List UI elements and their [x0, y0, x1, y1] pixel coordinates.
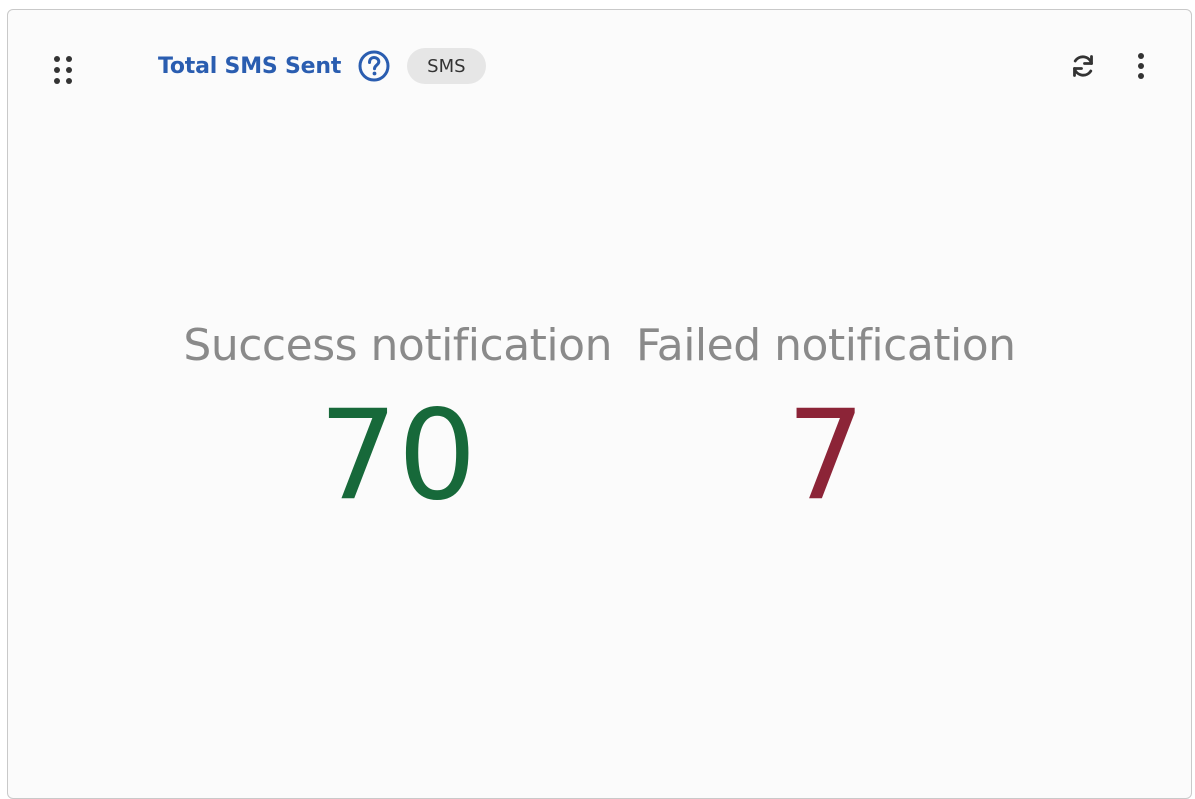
widget-title[interactable]: Total SMS Sent [158, 54, 341, 79]
drag-handle-icon[interactable] [48, 50, 78, 90]
failed-metric: Failed notification 7 [636, 310, 1016, 526]
failed-label: Failed notification [635, 320, 1016, 371]
widget-header: Total SMS Sent SMS [8, 10, 1191, 120]
type-badge: SMS [407, 48, 486, 84]
failed-value: 7 [786, 384, 866, 528]
refresh-icon[interactable] [1063, 46, 1103, 86]
metrics-row: Success notification 70 Failed notificat… [8, 310, 1191, 526]
more-vertical-icon[interactable] [1121, 46, 1161, 86]
success-value: 70 [318, 384, 477, 528]
widget-card: Total SMS Sent SMS Success notification … [7, 9, 1192, 799]
widget-actions [1063, 46, 1161, 86]
success-label: Success notification [183, 320, 612, 371]
widget-title-group: Total SMS Sent SMS [158, 46, 486, 86]
success-metric: Success notification 70 [183, 310, 612, 526]
help-circle-icon[interactable] [357, 49, 391, 83]
